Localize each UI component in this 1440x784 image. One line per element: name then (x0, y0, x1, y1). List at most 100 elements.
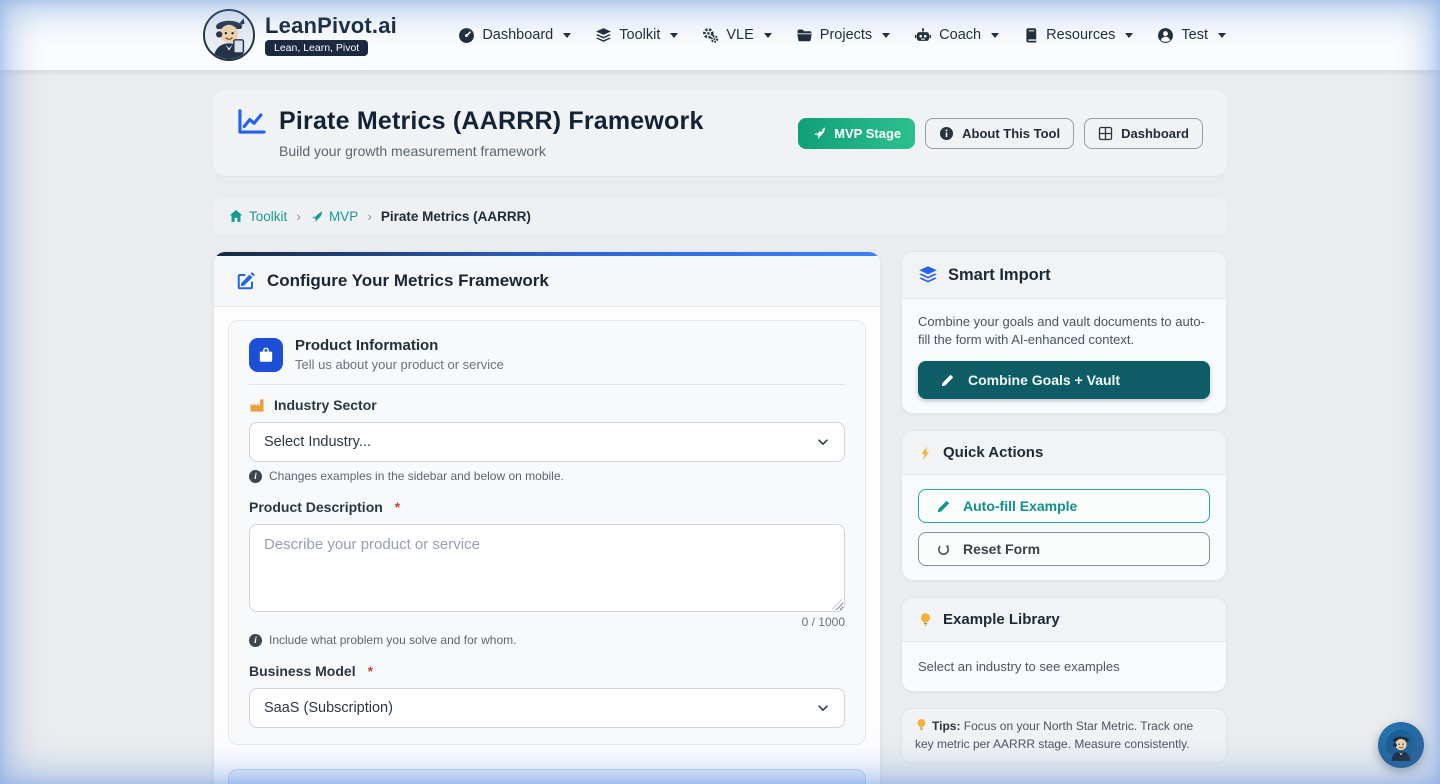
chevron-down-icon (882, 33, 890, 38)
industry-label: Industry Sector (274, 397, 377, 413)
tips-card: Tips: Focus on your North Star Metric. T… (901, 708, 1227, 763)
required-asterisk: * (368, 663, 373, 679)
combine-goals-vault-button[interactable]: Combine Goals + Vault (918, 361, 1210, 399)
info-icon: i (249, 634, 262, 647)
mvp-stage-badge[interactable]: MVP Stage (798, 118, 915, 149)
brand-tagline: Lean, Learn, Pivot (265, 40, 368, 56)
nav-label: Projects (820, 27, 872, 43)
chevron-down-icon (764, 33, 772, 38)
top-navbar: LeanPivot.ai Lean, Learn, Pivot Dashboar… (0, 0, 1440, 70)
product-information-section: Product Information Tell us about your p… (228, 320, 866, 745)
pencil-icon (940, 373, 955, 388)
smart-import-card: Smart Import Combine your goals and vaul… (901, 251, 1227, 414)
mascot-icon (203, 9, 255, 61)
main-nav: Dashboard Toolkit VLE Projects Coach Res… (447, 19, 1237, 52)
breadcrumb-current: Pirate Metrics (AARRR) (381, 209, 531, 224)
tips-label: Tips: (932, 719, 960, 733)
required-asterisk: * (395, 499, 400, 515)
info-icon: i (249, 470, 262, 483)
brand-name: LeanPivot.ai (265, 15, 397, 37)
business-model-select[interactable]: SaaS (Subscription) (249, 688, 845, 728)
chevron-down-icon (670, 33, 678, 38)
divider (249, 384, 845, 385)
form-title: Configure Your Metrics Framework (267, 271, 549, 291)
chart-icon (237, 109, 267, 135)
industry-select-value: Select Industry... (264, 434, 371, 450)
smart-import-description: Combine your goals and vault documents t… (918, 313, 1210, 349)
layers-icon (918, 265, 938, 285)
reset-form-button[interactable]: Reset Form (918, 532, 1210, 566)
about-this-tool-button[interactable]: About This Tool (925, 118, 1074, 149)
char-counter: 0 / 1000 (249, 615, 845, 629)
chevron-down-icon (816, 435, 830, 449)
section-subtitle: Tell us about your product or service (295, 357, 504, 372)
smart-import-title: Smart Import (948, 266, 1051, 285)
bulb-icon (915, 718, 928, 732)
breadcrumb-mvp-label: MVP (329, 209, 358, 224)
industry-field: Industry Sector Select Industry... i Cha… (249, 397, 845, 483)
business-model-value: SaaS (Subscription) (264, 700, 393, 716)
gauge-icon (458, 27, 475, 44)
nav-label: Resources (1046, 27, 1115, 43)
description-textarea[interactable] (249, 524, 845, 612)
layers-icon (595, 27, 612, 44)
next-section-card-partial (228, 769, 866, 784)
grid-icon (1098, 126, 1113, 141)
description-help: Include what problem you solve and for w… (269, 633, 516, 647)
quick-actions-title: Quick Actions (943, 444, 1043, 461)
edit-icon (236, 271, 256, 291)
nav-item-projects[interactable]: Projects (785, 19, 901, 52)
dashboard-button[interactable]: Dashboard (1084, 118, 1203, 149)
nav-item-dashboard[interactable]: Dashboard (447, 19, 582, 52)
breadcrumb: Toolkit › MVP › Pirate Metrics (AARRR) (213, 198, 1227, 234)
industry-help: Changes examples in the sidebar and belo… (269, 469, 564, 483)
chevron-down-icon (816, 701, 830, 715)
about-button-label: About This Tool (962, 126, 1060, 141)
folder-icon (796, 27, 813, 44)
nav-item-test[interactable]: Test (1146, 19, 1237, 52)
bulb-icon (918, 612, 933, 628)
nav-item-coach[interactable]: Coach (903, 19, 1010, 52)
chevron-down-icon (1218, 33, 1226, 38)
factory-icon (249, 398, 265, 413)
section-title: Product Information (295, 337, 504, 354)
chat-widget-button[interactable] (1378, 722, 1424, 768)
form-card-header: Configure Your Metrics Framework (214, 256, 880, 307)
page-title: Pirate Metrics (AARRR) Framework (279, 107, 704, 136)
nav-item-resources[interactable]: Resources (1012, 19, 1144, 52)
chevron-down-icon (563, 33, 571, 38)
configure-form-card: Configure Your Metrics Framework Product… (213, 251, 881, 784)
industry-select[interactable]: Select Industry... (249, 422, 845, 462)
rocket-icon (310, 210, 323, 223)
rocket-icon (812, 126, 826, 140)
breadcrumb-mvp-link[interactable]: MVP (310, 209, 358, 224)
person-icon (1157, 27, 1174, 44)
breadcrumb-separator: › (296, 208, 301, 224)
book-icon (1023, 27, 1039, 44)
quick-actions-card: Quick Actions Auto-fill Example Reset Fo… (901, 430, 1227, 581)
bag-icon (249, 338, 283, 372)
nav-item-toolkit[interactable]: Toolkit (584, 19, 689, 52)
brand-logo[interactable]: LeanPivot.ai Lean, Learn, Pivot (203, 9, 397, 61)
home-icon (229, 209, 243, 223)
nav-label: Dashboard (482, 27, 553, 43)
nav-label: Test (1181, 27, 1208, 43)
combine-button-label: Combine Goals + Vault (968, 372, 1120, 388)
nav-label: Coach (939, 27, 981, 43)
description-label: Product Description (249, 499, 383, 515)
business-model-label: Business Model (249, 663, 356, 679)
autofill-button-label: Auto-fill Example (963, 498, 1077, 514)
nav-item-vle[interactable]: VLE (691, 19, 782, 52)
breadcrumb-separator: › (367, 208, 372, 224)
reset-button-label: Reset Form (963, 541, 1040, 557)
autofill-example-button[interactable]: Auto-fill Example (918, 489, 1210, 523)
bolt-icon (918, 445, 933, 461)
description-field: Product Description * 0 / 1000 i Include… (249, 499, 845, 647)
breadcrumb-toolkit-link[interactable]: Toolkit (229, 209, 287, 224)
chevron-down-icon (991, 33, 999, 38)
chevron-down-icon (1125, 33, 1133, 38)
nav-label: VLE (726, 27, 753, 43)
example-library-card: Example Library Select an industry to se… (901, 597, 1227, 692)
robot-icon (914, 27, 932, 44)
page-subtitle: Build your growth measurement framework (279, 143, 704, 159)
